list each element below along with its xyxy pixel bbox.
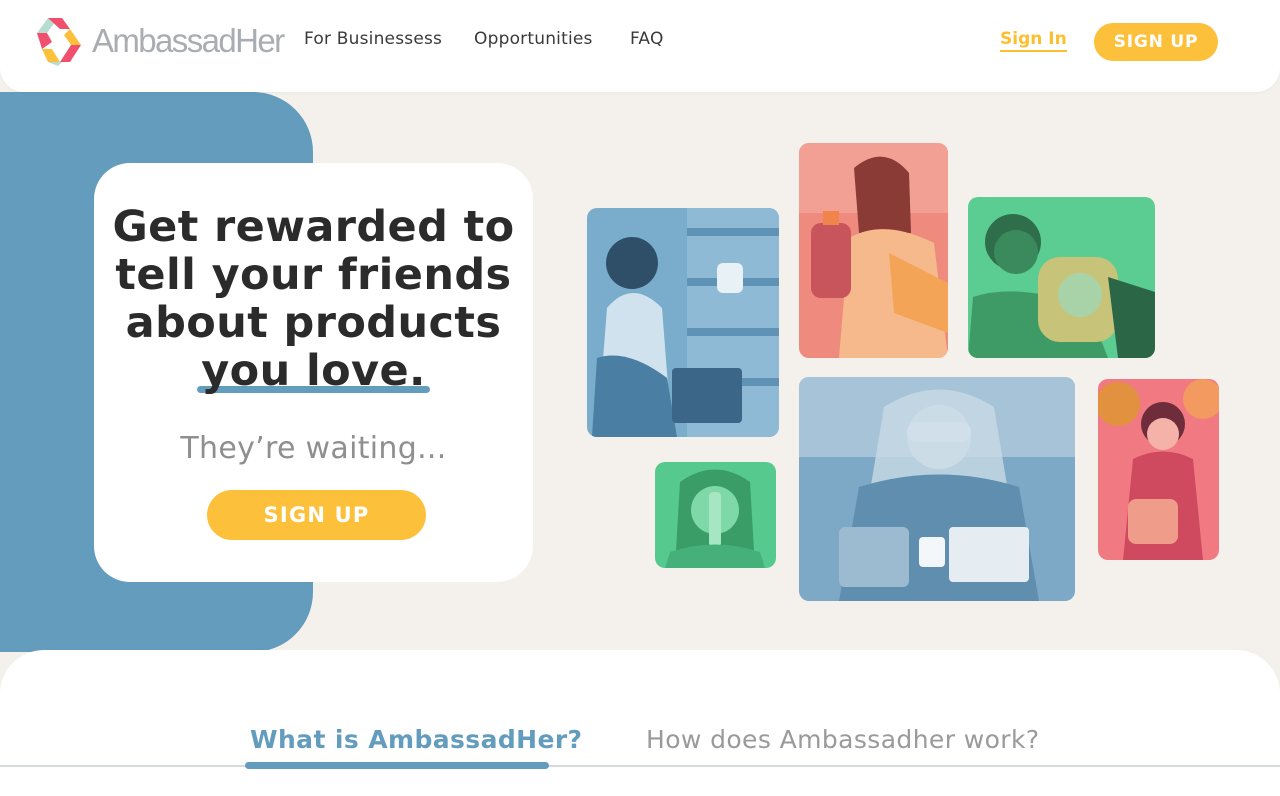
hero-subtitle: They’re waiting... — [180, 431, 447, 466]
photo-woman-sipping — [655, 462, 776, 568]
logo-text: AmbassadHer — [92, 22, 285, 59]
nav-link-opportunities[interactable]: Opportunities — [474, 29, 593, 49]
site-header: AmbassadHer For Businessess Opportunitie… — [0, 0, 1280, 92]
active-tab-indicator — [245, 762, 549, 769]
photo-woman-eyemask — [799, 377, 1075, 601]
logo-mark-icon — [37, 18, 81, 66]
tab-what-is-ambassadher[interactable]: What is AmbassadHer? — [250, 725, 582, 754]
hero-title: Get rewarded to tell your friends about … — [94, 203, 533, 395]
photo-woman-detergent — [799, 143, 948, 358]
hero-title-line-1: Get rewarded to — [112, 202, 515, 252]
info-tabs-section: What is AmbassadHer? How does Ambassadhe… — [0, 650, 1280, 796]
hero-title-line-2: tell your friends — [115, 250, 512, 300]
nav-link-faq[interactable]: FAQ — [630, 29, 664, 49]
nav-link-for-businesses[interactable]: For Businessess — [304, 29, 442, 49]
hero-title-highlight: you love. — [197, 346, 430, 396]
sign-up-button-hero[interactable]: SIGN UP — [207, 490, 426, 540]
tabs-divider — [0, 765, 1280, 767]
tab-how-does-it-work[interactable]: How does Ambassadher work? — [646, 725, 1040, 754]
photo-woman-grocery — [587, 208, 779, 437]
hero-card: Get rewarded to tell your friends about … — [94, 163, 533, 582]
hero-title-line-3: about products — [125, 298, 502, 348]
sign-up-button-header[interactable]: SIGN UP — [1094, 23, 1218, 61]
logo[interactable]: AmbassadHer — [34, 15, 285, 67]
photo-woman-garden — [1098, 379, 1219, 560]
photo-woman-tide — [968, 197, 1155, 358]
sign-in-link[interactable]: Sign In — [1000, 29, 1067, 52]
